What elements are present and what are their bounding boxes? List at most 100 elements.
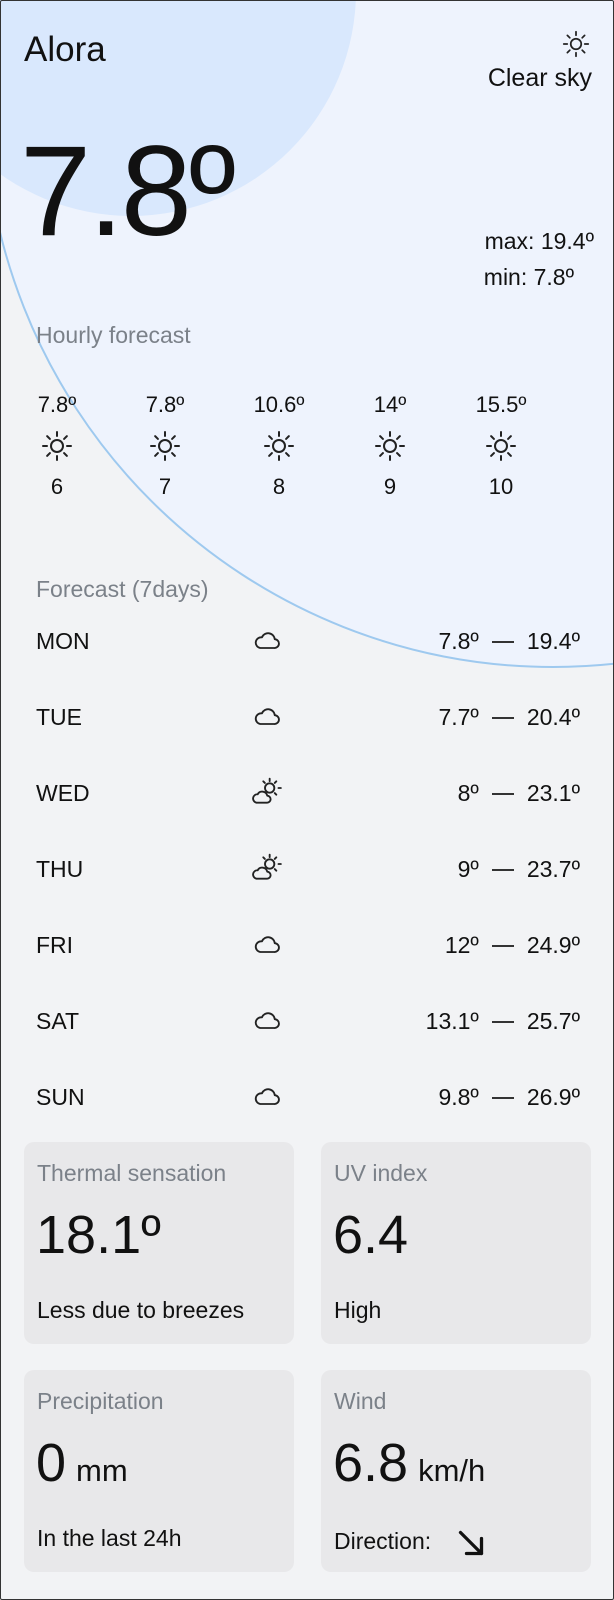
forecast-row: MON 7.8º 19.4º xyxy=(0,622,614,662)
hourly-item: 14º 9 xyxy=(350,392,430,500)
forecast-min: 9.8º xyxy=(438,1084,479,1110)
forecast-range: 8º 23.1º xyxy=(458,780,580,807)
sun-icon xyxy=(264,431,294,461)
card-value-row: 0 mm xyxy=(36,1436,128,1490)
forecast-min: 13.1º xyxy=(425,1008,479,1034)
range-dash xyxy=(491,792,514,795)
forecast-day: FRI xyxy=(36,932,74,958)
hourly-hour: 8 xyxy=(272,474,286,499)
card-title: Thermal sensation xyxy=(37,1160,227,1186)
hourly-temperature: 15.5º xyxy=(475,392,527,417)
max-temperature: max: 19.4º xyxy=(484,228,594,254)
forecast-row: TUE 7.7º 20.4º xyxy=(0,698,614,738)
cloud-icon xyxy=(254,708,280,725)
forecast-max: 19.4º xyxy=(526,628,580,654)
hourly-item: 10.6º 8 xyxy=(239,392,319,500)
forecast-max: 25.7º xyxy=(526,1008,580,1034)
forecast-min: 7.7º xyxy=(438,704,479,730)
forecast-day: SUN xyxy=(36,1084,85,1110)
precipitation-card: Precipitation 0 mm In the last 24h xyxy=(24,1370,294,1572)
card-subtitle: In the last 24h xyxy=(37,1525,182,1551)
cloud-icon xyxy=(254,936,280,953)
card-value: 6.4 xyxy=(333,1205,409,1265)
forecast-range: 7.7º 20.4º xyxy=(438,704,580,731)
sun-icon xyxy=(562,30,590,58)
range-dash xyxy=(491,640,514,643)
wind-direction-row: Direction: xyxy=(334,1525,489,1561)
forecast-range: 12º 24.9º xyxy=(445,932,580,959)
forecast-min: 8º xyxy=(457,780,479,806)
current-condition: Clear sky xyxy=(487,64,592,92)
forecast-row: SAT 13.1º 25.7º xyxy=(0,1002,614,1042)
cloud-icon xyxy=(254,632,280,649)
hourly-item: 15.5º 10 xyxy=(461,392,541,500)
range-dash xyxy=(491,868,514,871)
card-unit: mm xyxy=(76,1453,128,1488)
card-title: Precipitation xyxy=(37,1388,164,1414)
forecast-max: 24.9º xyxy=(526,932,580,958)
current-temperature: 7.8º xyxy=(20,120,236,263)
forecast-max: 20.4º xyxy=(526,704,580,730)
forecast-range: 9º 23.7º xyxy=(458,856,580,883)
partly-cloudy-icon xyxy=(252,853,282,880)
weather-screen: Alora Clear sky 7.8º max: 19.4º min: 7.8… xyxy=(0,0,614,1600)
card-subtitle: High xyxy=(334,1297,382,1323)
card-value-row: 6.8 km/h xyxy=(333,1436,485,1490)
forecast-min: 9º xyxy=(457,856,479,882)
card-title: Wind xyxy=(334,1388,387,1414)
hourly-forecast-title: Hourly forecast xyxy=(36,322,191,348)
wind-card: Wind 6.8 km/h Direction: xyxy=(321,1370,591,1572)
cloud-icon xyxy=(254,1012,280,1029)
arrow-down-right-icon xyxy=(459,1530,484,1556)
hourly-item: 7.8º 6 xyxy=(17,392,97,500)
hourly-temperature: 7.8º xyxy=(145,392,185,417)
hourly-temperature: 14º xyxy=(373,392,407,417)
range-dash xyxy=(491,1096,514,1099)
sun-icon xyxy=(375,431,405,461)
forecast-row: FRI 12º 24.9º xyxy=(0,926,614,966)
range-dash xyxy=(491,1020,514,1023)
hourly-hour: 10 xyxy=(488,474,514,499)
sun-icon xyxy=(150,431,180,461)
forecast-row: WED 8º 23.1º xyxy=(0,774,614,814)
forecast-row: THU 9º 23.7º xyxy=(0,850,614,890)
range-dash xyxy=(491,716,514,719)
forecast-title: Forecast (7days) xyxy=(36,576,209,602)
uv-index-card: UV index 6.4 High xyxy=(321,1142,591,1344)
hourly-temperature: 10.6º xyxy=(253,392,305,417)
forecast-max: 26.9º xyxy=(526,1084,580,1110)
forecast-day: TUE xyxy=(36,704,82,730)
forecast-day: MON xyxy=(36,628,90,654)
cloud-icon xyxy=(254,1088,280,1105)
forecast-range: 9.8º 26.9º xyxy=(438,1084,580,1111)
range-dash xyxy=(491,944,514,947)
min-temperature: min: 7.8º xyxy=(483,264,574,290)
partly-cloudy-icon xyxy=(252,777,282,804)
forecast-day: WED xyxy=(36,780,90,806)
forecast-range: 13.1º 25.7º xyxy=(426,1008,580,1035)
card-value: 6.8 xyxy=(333,1433,409,1493)
card-value: 18.1º xyxy=(36,1205,161,1265)
hourly-hour: 9 xyxy=(383,474,397,499)
sun-icon xyxy=(486,431,516,461)
hourly-item: 7.8º 7 xyxy=(125,392,205,500)
hourly-hour: 7 xyxy=(158,474,172,499)
hourly-temperature: 7.8º xyxy=(37,392,77,417)
forecast-max: 23.7º xyxy=(526,856,580,882)
thermal-sensation-card: Thermal sensation 18.1º Less due to bree… xyxy=(24,1142,294,1344)
forecast-min: 12º xyxy=(444,932,479,958)
forecast-row: SUN 9.8º 26.9º xyxy=(0,1078,614,1118)
forecast-max: 23.1º xyxy=(526,780,580,806)
card-subtitle: Less due to breezes xyxy=(37,1297,245,1323)
forecast-day: THU xyxy=(36,856,84,882)
hourly-hour: 6 xyxy=(50,474,64,499)
card-value: 0 xyxy=(36,1433,67,1493)
forecast-day: SAT xyxy=(36,1008,80,1034)
card-subtitle: Direction: xyxy=(334,1528,432,1555)
card-unit: km/h xyxy=(418,1453,486,1488)
sun-icon xyxy=(42,431,72,461)
forecast-range: 7.8º 19.4º xyxy=(438,628,580,655)
card-title: UV index xyxy=(334,1160,428,1186)
forecast-min: 7.8º xyxy=(438,628,479,654)
city-name: Alora xyxy=(24,30,106,69)
